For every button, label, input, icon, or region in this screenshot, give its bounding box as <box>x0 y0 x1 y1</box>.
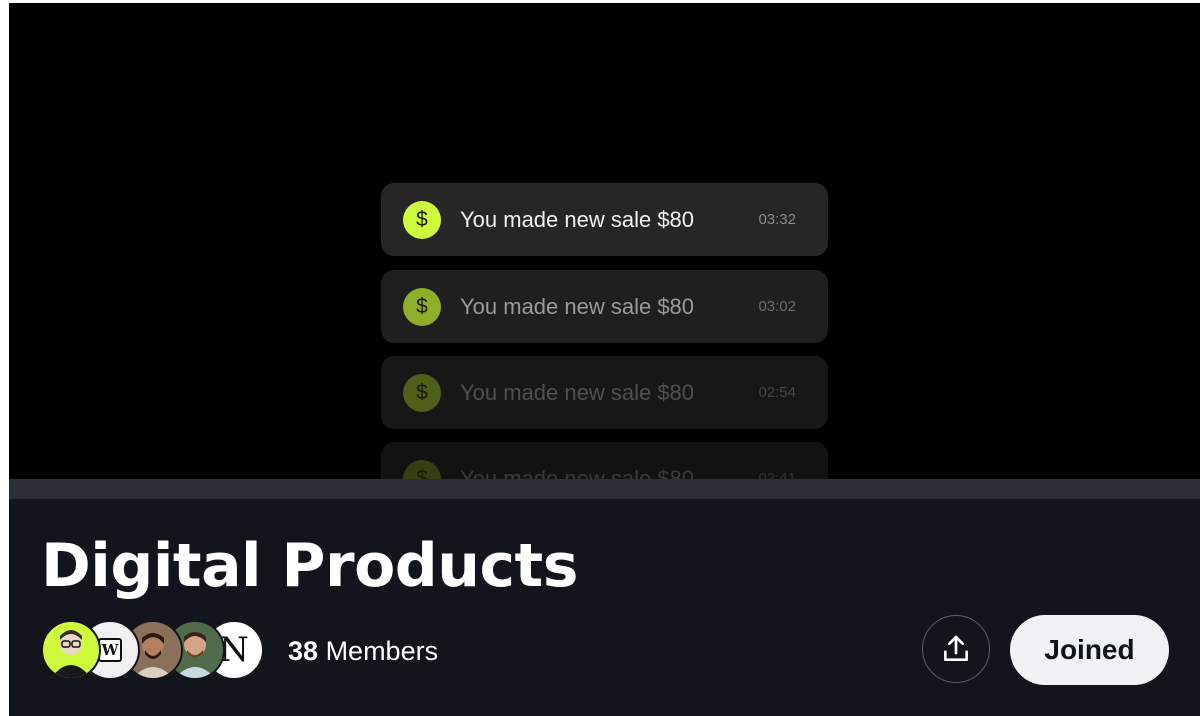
community-banner: $ You made new sale $80 03:32 $ You made… <box>9 3 1200 479</box>
banner-divider <box>9 479 1200 499</box>
member-count-number: 38 <box>288 636 319 666</box>
notification-time: 02:41 <box>758 470 796 479</box>
sale-notification: $ You made new sale $80 02:41 <box>381 442 828 479</box>
sale-notification: $ You made new sale $80 03:32 <box>381 183 828 256</box>
notification-time: 03:02 <box>758 298 796 315</box>
sale-notification: $ You made new sale $80 03:02 <box>381 270 828 343</box>
share-icon <box>944 635 968 661</box>
notification-message: You made new sale $80 <box>460 465 695 480</box>
notification-message: You made new sale $80 <box>460 293 695 319</box>
notification-time: 03:32 <box>758 211 796 228</box>
w-logo-icon: W <box>98 638 122 662</box>
community-header: $ You made new sale $80 03:32 $ You made… <box>9 3 1200 716</box>
joined-button[interactable]: Joined <box>1010 615 1169 685</box>
person-icon <box>51 630 91 678</box>
notification-message: You made new sale $80 <box>460 206 695 232</box>
community-title: Digital Products <box>41 531 578 601</box>
dollar-icon: $ <box>403 287 441 326</box>
notification-time: 02:54 <box>758 384 796 401</box>
dollar-icon: $ <box>403 373 441 412</box>
notification-message: You made new sale $80 <box>460 379 695 405</box>
member-count-label: Members <box>325 636 439 666</box>
dollar-icon: $ <box>403 200 441 239</box>
member-count[interactable]: 38 Members <box>288 636 438 667</box>
share-button[interactable] <box>922 615 990 683</box>
member-avatar[interactable] <box>41 620 101 680</box>
sale-notification: $ You made new sale $80 02:54 <box>381 356 828 429</box>
dollar-icon: $ <box>403 459 441 479</box>
